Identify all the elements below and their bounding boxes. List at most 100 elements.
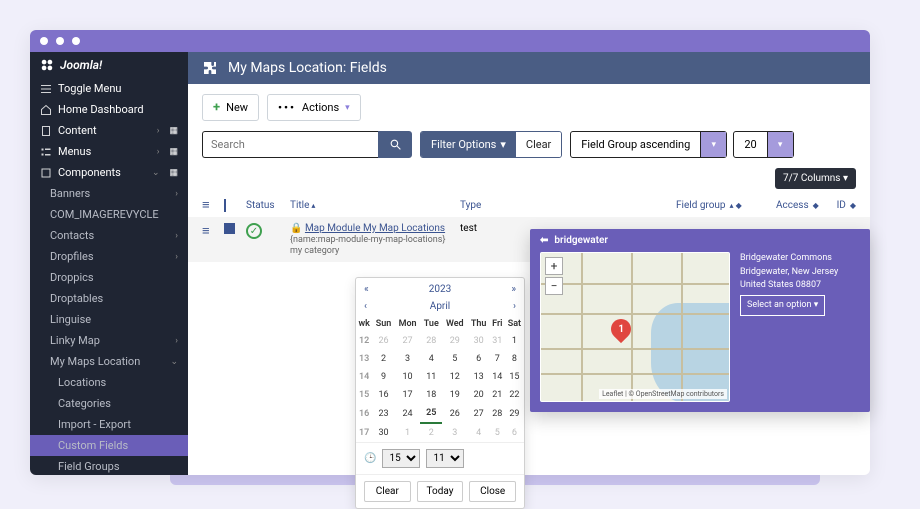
th-status[interactable]: Status	[246, 200, 280, 211]
chevron-down-icon: ▾	[767, 132, 793, 157]
calendar-day[interactable]: 10	[395, 368, 421, 386]
filter-options-button[interactable]: Filter Options ▾	[421, 132, 516, 157]
calendar-day[interactable]: 23	[372, 404, 394, 423]
toggle-menu[interactable]: Toggle Menu	[30, 78, 188, 99]
pagesize-select[interactable]: 20 ▾	[733, 131, 793, 158]
calendar-day[interactable]: 13	[467, 368, 489, 386]
calendar-day[interactable]: 31	[490, 332, 505, 350]
calendar-day[interactable]: 29	[505, 404, 524, 423]
calendar-day[interactable]: 7	[490, 350, 505, 368]
calendar-day[interactable]: 26	[442, 404, 467, 423]
calendar-day[interactable]: 26	[372, 332, 394, 350]
calendar-day[interactable]: 3	[442, 423, 467, 442]
search-button[interactable]	[378, 131, 412, 158]
sidebar-item-components[interactable]: Components ⌄ ▦	[30, 162, 188, 183]
sidebar-item-imagerecycle[interactable]: COM_IMAGEREVYCLE	[30, 204, 188, 225]
calendar-day[interactable]: 5	[490, 423, 505, 442]
sidebar-item-mymaps[interactable]: My Maps Location⌄	[30, 351, 188, 372]
row-handle[interactable]: ≡	[202, 223, 214, 239]
sidebar-item-custom-fields[interactable]: Custom Fields	[30, 435, 188, 456]
checkbox-header[interactable]	[224, 200, 236, 211]
calendar-day[interactable]: 30	[467, 332, 489, 350]
sidebar-item-linguise[interactable]: Linguise	[30, 309, 188, 330]
sidebar-item-content[interactable]: Content › ▦	[30, 120, 188, 141]
cal-close-button[interactable]: Close	[469, 481, 516, 502]
ordering-select[interactable]: Field Group ascending ▾	[570, 131, 727, 158]
calendar-day[interactable]: 9	[372, 368, 394, 386]
calendar-day[interactable]: 12	[442, 368, 467, 386]
month-prev[interactable]: ‹	[364, 301, 367, 312]
row-title-link[interactable]: Map Module My Map Locations	[305, 223, 445, 234]
sidebar-item-droppics[interactable]: Droppics	[30, 267, 188, 288]
calendar-day[interactable]: 21	[490, 386, 505, 404]
calendar-day[interactable]: 3	[395, 350, 421, 368]
th-field-group[interactable]: Field group ▴◆	[676, 200, 766, 211]
calendar-day[interactable]: 4	[467, 423, 489, 442]
sort-handle-header[interactable]: ≡	[202, 197, 214, 213]
calendar-day[interactable]: 2	[372, 350, 394, 368]
year-prev[interactable]: «	[364, 284, 369, 295]
row-status[interactable]: ✓	[246, 223, 280, 239]
sidebar-item-contacts[interactable]: Contacts›	[30, 225, 188, 246]
calendar-day[interactable]: 27	[395, 332, 421, 350]
back-arrow-icon[interactable]: ⬅	[540, 235, 548, 246]
calendar-day[interactable]: 1	[505, 332, 524, 350]
calendar-day[interactable]: 6	[467, 350, 489, 368]
zoom-in-button[interactable]: +	[545, 257, 563, 275]
calendar-day[interactable]: 11	[420, 368, 442, 386]
cal-today-button[interactable]: Today	[417, 481, 464, 502]
calendar-day[interactable]: 19	[442, 386, 467, 404]
select-option-button[interactable]: Select an option ▾	[740, 295, 825, 317]
calendar-day[interactable]: 18	[420, 386, 442, 404]
columns-button[interactable]: 7/7 Columns ▾	[775, 168, 856, 189]
sidebar-item-dropfiles[interactable]: Dropfiles›	[30, 246, 188, 267]
month-next[interactable]: ›	[513, 301, 516, 312]
th-type[interactable]: Type	[460, 200, 540, 211]
actions-button[interactable]: ••• Actions ▾	[267, 94, 361, 121]
sidebar-item-locations[interactable]: Locations	[30, 372, 188, 393]
sidebar-item-menus[interactable]: Menus › ▦	[30, 141, 188, 162]
search-input[interactable]	[202, 131, 378, 158]
calendar-day[interactable]: 27	[467, 404, 489, 423]
cal-clear-button[interactable]: Clear	[364, 481, 411, 502]
th-title[interactable]: Title▴	[290, 200, 450, 211]
calendar-day[interactable]: 14	[490, 368, 505, 386]
calendar-day[interactable]: 4	[420, 350, 442, 368]
minute-select[interactable]: 11	[426, 449, 464, 468]
map-pin[interactable]: 1	[611, 319, 631, 345]
chevron-right-icon: ›	[157, 147, 160, 157]
th-access[interactable]: Access ◆	[776, 200, 826, 211]
clear-button[interactable]: Clear	[516, 132, 561, 157]
year-next[interactable]: »	[511, 284, 516, 295]
sidebar-item-home[interactable]: Home Dashboard	[30, 99, 188, 120]
calendar-day[interactable]: 28	[490, 404, 505, 423]
sidebar-item-field-groups[interactable]: Field Groups	[30, 456, 188, 475]
new-button[interactable]: + New	[202, 94, 259, 121]
calendar-day[interactable]: 5	[442, 350, 467, 368]
calendar-day[interactable]: 29	[442, 332, 467, 350]
calendar-day[interactable]: 6	[505, 423, 524, 442]
calendar-day[interactable]: 17	[395, 386, 421, 404]
calendar-day[interactable]: 22	[505, 386, 524, 404]
sidebar: Joomla! Toggle Menu Home Dashboard Conte…	[30, 52, 188, 475]
calendar-day[interactable]: 24	[395, 404, 421, 423]
calendar-day[interactable]: 2	[420, 423, 442, 442]
hour-select[interactable]: 15	[382, 449, 420, 468]
calendar-day[interactable]: 8	[505, 350, 524, 368]
row-checkbox[interactable]	[224, 223, 236, 234]
th-id[interactable]: ID ◆	[836, 200, 856, 211]
calendar-day[interactable]: 1	[395, 423, 421, 442]
zoom-out-button[interactable]: −	[545, 277, 563, 295]
calendar-day[interactable]: 15	[505, 368, 524, 386]
sidebar-item-import-export[interactable]: Import - Export	[30, 414, 188, 435]
calendar-day[interactable]: 30	[372, 423, 394, 442]
sidebar-item-categories[interactable]: Categories	[30, 393, 188, 414]
calendar-day[interactable]: 25	[420, 404, 442, 423]
sidebar-item-linkymap[interactable]: Linky Map›	[30, 330, 188, 351]
calendar-day[interactable]: 16	[372, 386, 394, 404]
calendar-day[interactable]: 28	[420, 332, 442, 350]
calendar-day[interactable]: 20	[467, 386, 489, 404]
map-canvas[interactable]: + − 1 Leaflet | © OpenStreetMap contribu…	[540, 252, 730, 402]
sidebar-item-droptables[interactable]: Droptables	[30, 288, 188, 309]
sidebar-item-banners[interactable]: Banners›	[30, 183, 188, 204]
